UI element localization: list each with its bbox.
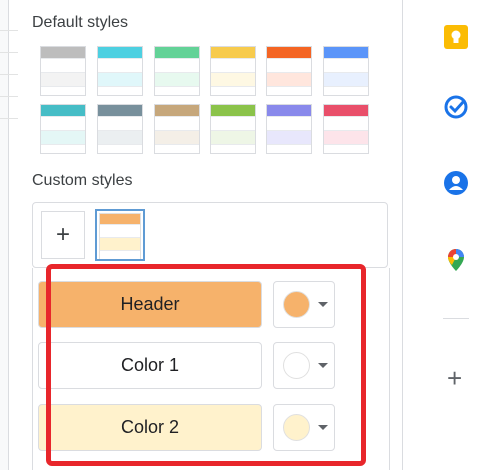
contacts-icon[interactable] bbox=[443, 170, 469, 196]
side-panel-rail: + bbox=[402, 0, 493, 470]
maps-icon[interactable] bbox=[443, 247, 469, 273]
default-style-swatch[interactable] bbox=[154, 46, 200, 96]
default-style-swatch[interactable] bbox=[266, 46, 312, 96]
default-style-swatch[interactable] bbox=[323, 46, 369, 96]
grid-line bbox=[0, 52, 18, 53]
spreadsheet-grid-strip bbox=[0, 0, 19, 470]
default-style-swatch[interactable] bbox=[97, 46, 143, 96]
add-addon-button[interactable]: + bbox=[447, 365, 462, 391]
row-number-column bbox=[0, 0, 9, 470]
highlight-annotation bbox=[46, 264, 366, 466]
default-styles-title: Default styles bbox=[32, 14, 129, 31]
custom-styles-box: + bbox=[32, 202, 388, 268]
custom-styles-title: Custom styles bbox=[32, 172, 133, 189]
keep-icon[interactable] bbox=[443, 24, 469, 50]
default-style-swatch[interactable] bbox=[210, 104, 256, 154]
default-style-swatch[interactable] bbox=[323, 104, 369, 154]
add-custom-style-button[interactable]: + bbox=[41, 211, 85, 259]
default-style-swatch[interactable] bbox=[266, 104, 312, 154]
grid-line bbox=[0, 96, 18, 97]
default-style-swatch[interactable] bbox=[210, 46, 256, 96]
default-style-swatch[interactable] bbox=[40, 104, 86, 154]
grid-line bbox=[0, 118, 18, 119]
custom-style-swatch-selected[interactable] bbox=[95, 209, 145, 261]
tasks-icon[interactable] bbox=[443, 94, 469, 120]
default-style-swatch[interactable] bbox=[154, 104, 200, 154]
default-style-swatch[interactable] bbox=[97, 104, 143, 154]
grid-line bbox=[0, 74, 18, 75]
default-style-swatch[interactable] bbox=[40, 46, 86, 96]
rail-divider bbox=[443, 318, 469, 319]
grid-line bbox=[0, 30, 18, 31]
alternating-colors-panel: Default styles Custom styles + Header Co… bbox=[18, 0, 402, 470]
